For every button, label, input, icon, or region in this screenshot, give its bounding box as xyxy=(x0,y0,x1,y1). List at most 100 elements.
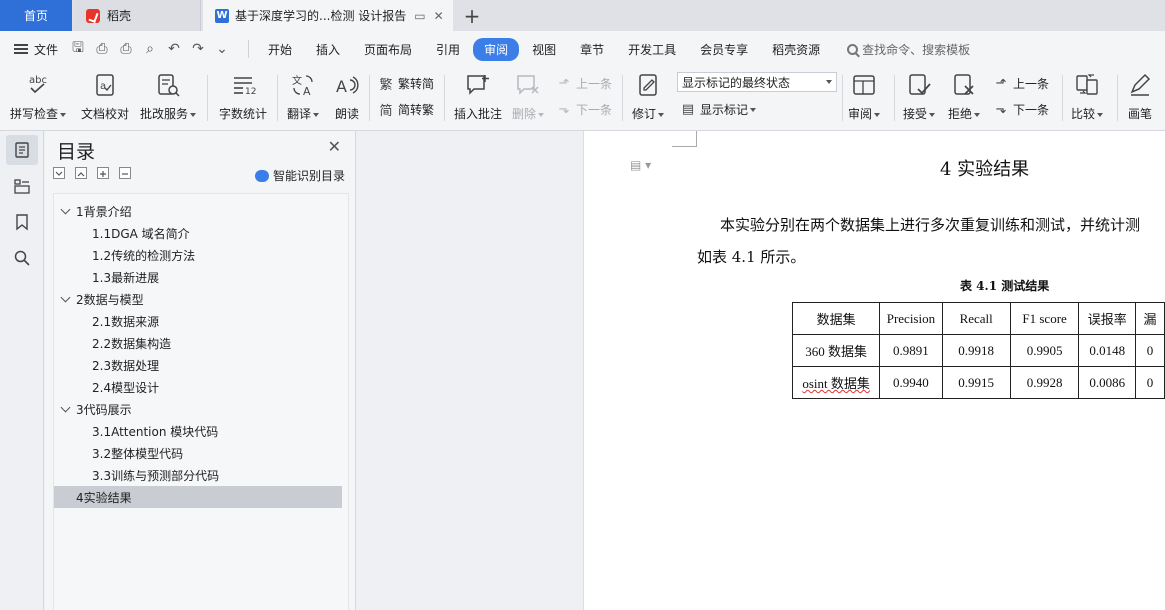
toc-chapter-item[interactable]: 1背景介绍 xyxy=(54,200,342,222)
toc-item-label: 1背景介绍 xyxy=(76,204,132,219)
menu-tab-daoke-resources[interactable]: 稻壳资源 xyxy=(761,38,831,61)
print-icon[interactable]: ⎙ xyxy=(118,41,134,57)
menu-tab-view[interactable]: 视图 xyxy=(521,38,567,61)
menu-tab-developer[interactable]: 开发工具 xyxy=(617,38,687,61)
read-aloud-button[interactable]: A 朗读 xyxy=(333,71,361,122)
word-count-label: 字数统计 xyxy=(219,107,268,121)
trad-to-simp-icon: 繁 xyxy=(379,78,393,93)
ribbon-divider xyxy=(207,75,208,121)
markup-state-select[interactable]: 显示标记的最终状态 xyxy=(677,72,837,92)
table-cell: 0.9918 xyxy=(941,334,1011,367)
accept-button[interactable]: 接受 xyxy=(903,71,936,122)
toc-section-item[interactable]: 2.3数据处理 xyxy=(54,354,342,376)
menu-tab-insert[interactable]: 插入 xyxy=(305,38,351,61)
toc-section-item[interactable]: 1.3最新进展 xyxy=(54,266,342,288)
smart-toc-button[interactable]: 智能识别目录 xyxy=(254,167,345,184)
insert-comment-button[interactable]: 插入批注 xyxy=(454,71,502,122)
doc-check-label: 文档校对 xyxy=(81,107,130,121)
add-heading-icon[interactable] xyxy=(97,167,109,179)
redo-icon[interactable]: ↷ xyxy=(190,41,206,57)
next-comment-button[interactable]: ⬎ 下一条 xyxy=(556,101,612,118)
svg-text:文: 文 xyxy=(292,74,302,87)
toc-item-label: 2.4模型设计 xyxy=(92,380,160,395)
spell-check-label: 拼写检查 xyxy=(10,107,59,121)
insert-comment-label: 插入批注 xyxy=(454,107,503,121)
customize-toolbar-icon[interactable]: ⌄ xyxy=(214,41,230,57)
collapse-all-icon[interactable] xyxy=(53,167,65,179)
table-cell: 0.0148 xyxy=(1078,334,1137,367)
new-tab-button[interactable]: + xyxy=(458,0,486,31)
toc-section-item[interactable]: 2.4模型设计 xyxy=(54,376,342,398)
review-service-button[interactable]: 批改服务 xyxy=(140,71,197,122)
prev-change-button[interactable]: ⬏ 上一条 xyxy=(993,75,1049,92)
review-pane-button[interactable]: 审阅 xyxy=(848,71,881,122)
ribbon-divider xyxy=(1117,75,1118,121)
toc-section-item[interactable]: 3.2整体模型代码 xyxy=(54,442,342,464)
tab-home[interactable]: 首页 xyxy=(0,0,72,31)
doc-check-icon: a xyxy=(91,71,119,99)
toc-section-item[interactable]: 3.1Attention 模块代码 xyxy=(54,420,342,442)
save-icon[interactable]: 🖫 xyxy=(70,37,86,61)
expand-all-icon[interactable] xyxy=(75,167,87,179)
spell-check-button[interactable]: abc 拼写检查 xyxy=(10,71,67,122)
toc-chapter-item[interactable]: 2数据与模型 xyxy=(54,288,342,310)
delete-comment-button[interactable]: 删除 xyxy=(512,71,545,122)
search-icon xyxy=(847,43,859,55)
doc-check-button[interactable]: a 文档校对 xyxy=(81,71,129,122)
word-count-button[interactable]: 123 字数统计 xyxy=(219,71,267,122)
trad-to-simp-button[interactable]: 繁 繁转简 xyxy=(378,75,434,93)
next-change-button[interactable]: ⬎ 下一条 xyxy=(993,101,1049,118)
ribbon-divider xyxy=(444,75,445,121)
menu-tab-sections[interactable]: 章节 xyxy=(569,38,615,61)
toc-section-item[interactable]: 1.2传统的检测方法 xyxy=(54,244,342,266)
compare-icon xyxy=(1073,71,1101,99)
navigation-pane-button[interactable] xyxy=(6,171,38,201)
toc-list: 1背景介绍 1.1DGA 域名简介 1.2传统的检测方法 1.3最新进展 2数据与模型 2… xyxy=(53,193,349,610)
toc-chapter-item[interactable]: 3代码展示 xyxy=(54,398,342,420)
monitor-icon[interactable]: ▭ xyxy=(414,9,425,23)
menu-tab-review[interactable]: 审阅 xyxy=(473,37,520,61)
show-markup-button[interactable]: ▤ 显示标记 xyxy=(680,101,757,118)
print-preview-icon[interactable]: ⌕ xyxy=(142,41,158,57)
undo-icon[interactable]: ↶ xyxy=(166,41,182,57)
toc-panel-button[interactable] xyxy=(6,135,38,165)
toc-section-item[interactable]: 2.1数据来源 xyxy=(54,310,342,332)
pen-button[interactable]: 画笔 xyxy=(1126,71,1154,122)
menu-tab-member[interactable]: 会员专享 xyxy=(689,38,759,61)
find-button[interactable] xyxy=(6,243,38,273)
accept-caret-icon xyxy=(929,112,936,117)
toc-section-item[interactable]: 3.3训练与预测部分代码 xyxy=(54,464,342,486)
bookmark-button[interactable] xyxy=(6,207,38,237)
toc-section-item[interactable]: 1.1DGA 域名简介 xyxy=(54,222,342,244)
toc-item-label: 2数据与模型 xyxy=(76,292,144,307)
command-search[interactable]: 查找命令、搜索模板 xyxy=(847,41,970,58)
menu-tab-layout[interactable]: 页面布局 xyxy=(353,38,423,61)
crop-mark xyxy=(672,131,697,147)
remove-heading-icon[interactable] xyxy=(119,167,131,179)
reject-button[interactable]: 拒绝 xyxy=(948,71,981,122)
simp-to-trad-button[interactable]: 简 简转繁 xyxy=(378,101,434,119)
menu-row: 文件 🖫 ⎙ ⎙ ⌕ ↶ ↷ ⌄ 开始 插入 页面布局 引用 审阅 视图 章节 … xyxy=(0,31,1165,67)
menu-tab-references[interactable]: 引用 xyxy=(425,38,471,61)
toc-section-item[interactable]: 2.2数据集构造 xyxy=(54,332,342,354)
toc-chapter-item[interactable]: 4实验结果 xyxy=(54,486,342,508)
svg-text:A: A xyxy=(303,85,311,98)
file-menu[interactable]: 文件 xyxy=(0,41,70,58)
translate-button[interactable]: 文A 翻译 xyxy=(287,71,320,122)
export-pdf-icon[interactable]: ⎙ xyxy=(94,41,110,57)
tab-document[interactable]: W 基于深度学习的...检测 设计报告 ▭ ✕ xyxy=(203,0,453,31)
chevron-down-icon[interactable] xyxy=(60,204,71,215)
prev-comment-button[interactable]: ⬏ 上一条 xyxy=(556,75,612,92)
table-cell: 0.0086 xyxy=(1078,366,1137,399)
review-ribbon: abc 拼写检查 a 文档校对 批改服务 123 字数统计 文A 翻译 A 朗 xyxy=(0,67,1165,131)
track-changes-button[interactable]: 修订 xyxy=(632,71,665,122)
menu-tab-start[interactable]: 开始 xyxy=(257,38,303,61)
paragraph-layout-icon[interactable]: ▤ ▾ xyxy=(630,158,651,172)
compare-button[interactable]: 比较 xyxy=(1071,71,1104,122)
chevron-down-icon[interactable] xyxy=(60,402,71,413)
close-icon[interactable]: ✕ xyxy=(328,137,341,156)
show-markup-label: 显示标记 xyxy=(700,103,749,117)
chevron-down-icon[interactable] xyxy=(60,292,71,303)
tab-daoke[interactable]: 稻壳 xyxy=(74,0,201,31)
close-tab-icon[interactable]: ✕ xyxy=(434,9,444,23)
